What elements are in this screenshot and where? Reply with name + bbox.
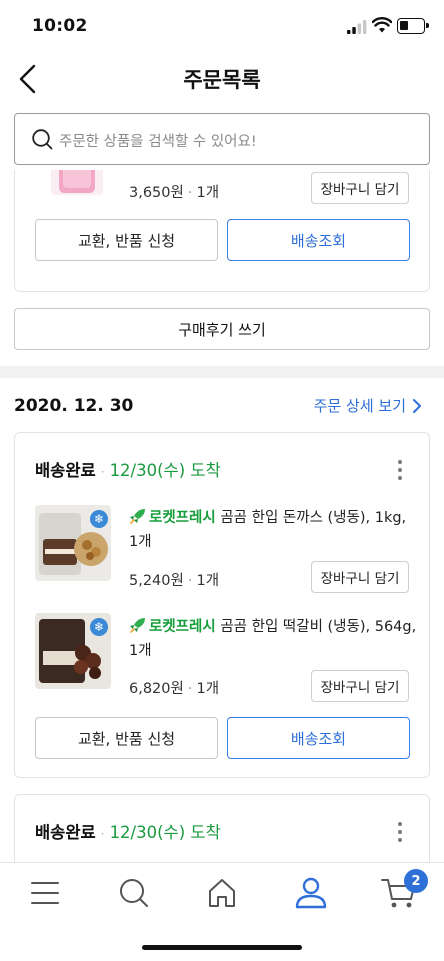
product-name-line[interactable]: 로켓프레시 곰곰 한입 떡갈비 (냉동), 564g, 1개	[129, 615, 419, 663]
product-name-line[interactable]: 로켓프레시 곰곰 한입 돈까스 (냉동), 1kg, 1개	[129, 506, 419, 554]
section-divider	[0, 366, 444, 378]
track-delivery-button[interactable]: 배송조회	[227, 219, 410, 261]
write-review-button[interactable]: 구매후기 쓰기	[14, 308, 430, 350]
svg-text:❄: ❄	[94, 512, 104, 526]
add-to-cart-button[interactable]: 장바구니 담기	[311, 561, 409, 593]
item-price: 6,820원	[129, 681, 184, 697]
order-date: 2020. 12. 30	[14, 396, 134, 416]
wifi-icon	[372, 17, 392, 33]
order-detail-link[interactable]: 주문 상세 보기	[314, 395, 422, 416]
home-icon[interactable]	[202, 875, 242, 911]
profile-icon[interactable]	[291, 875, 331, 911]
exchange-return-button[interactable]: 교환, 반품 신청	[35, 219, 218, 261]
search-input[interactable]: 주문한 상품을 검색할 수 있어요!	[14, 113, 430, 165]
shipment-card: 배송완료 · 12/30(수) 도착 ❄ 로켓프레시 곰곰 한입 돈까스 (냉동…	[14, 432, 430, 778]
item-price-line: 5,240원 · 1개	[129, 573, 220, 589]
product-thumbnail-cutlet[interactable]: ❄	[35, 505, 111, 581]
more-options-icon[interactable]	[397, 821, 403, 843]
item-price: 3,650원	[129, 185, 184, 201]
rocket-fresh-badge: 로켓프레시	[149, 510, 216, 526]
item-qty: 1개	[196, 681, 220, 697]
chevron-right-icon	[413, 398, 421, 413]
add-to-cart-button[interactable]: 장바구니 담기	[311, 172, 409, 204]
order-card-previous: 3,650원 · 1개 장바구니 담기 교환, 반품 신청 배송조회	[14, 170, 430, 292]
item-price: 5,240원	[129, 573, 184, 589]
search-placeholder: 주문한 상품을 검색할 수 있어요!	[59, 134, 257, 150]
item-qty: 1개	[196, 573, 220, 589]
shipment-card-next: 배송완료 · 12/30(수) 도착	[14, 794, 430, 862]
battery-icon	[397, 18, 429, 34]
cart-count-badge: 2	[404, 869, 428, 893]
product-thumbnail[interactable]	[51, 170, 103, 195]
page-title: 주문목록	[183, 68, 261, 92]
order-list[interactable]: 3,650원 · 1개 장바구니 담기 교환, 반품 신청 배송조회 구매후기 쓰기…	[0, 170, 444, 862]
shipment-status: 배송완료	[35, 823, 96, 842]
product-thumbnail-tteokgalbi[interactable]: ❄	[35, 613, 111, 689]
more-options-icon[interactable]	[397, 459, 403, 481]
rocket-icon	[130, 618, 145, 633]
rocket-icon	[130, 509, 145, 524]
home-indicator[interactable]	[142, 945, 302, 950]
rocket-fresh-badge: 로켓프레시	[149, 619, 216, 635]
cellular-signal-icon	[347, 20, 367, 34]
arrival-date: 12/30(수) 도착	[109, 461, 221, 480]
track-delivery-button[interactable]: 배송조회	[227, 717, 410, 759]
shipment-status-line: 배송완료 · 12/30(수) 도착	[35, 823, 221, 842]
shipment-status: 배송완료	[35, 461, 96, 480]
item-price-line: 6,820원 · 1개	[129, 681, 220, 697]
shipment-status-line: 배송완료 · 12/30(수) 도착	[35, 461, 221, 480]
order-detail-label: 주문 상세 보기	[313, 397, 406, 415]
svg-text:❄: ❄	[94, 620, 104, 634]
arrival-date: 12/30(수) 도착	[109, 823, 221, 842]
add-to-cart-button[interactable]: 장바구니 담기	[311, 670, 409, 702]
item-qty: 1개	[196, 185, 220, 201]
item-price-line: 3,650원 · 1개	[129, 185, 220, 201]
header: 주문목록	[0, 50, 444, 108]
menu-icon[interactable]	[25, 875, 65, 911]
status-bar: 10:02	[0, 0, 444, 50]
search-icon[interactable]	[114, 875, 154, 911]
search-icon	[32, 129, 53, 150]
exchange-return-button[interactable]: 교환, 반품 신청	[35, 717, 218, 759]
status-time: 10:02	[32, 16, 88, 36]
